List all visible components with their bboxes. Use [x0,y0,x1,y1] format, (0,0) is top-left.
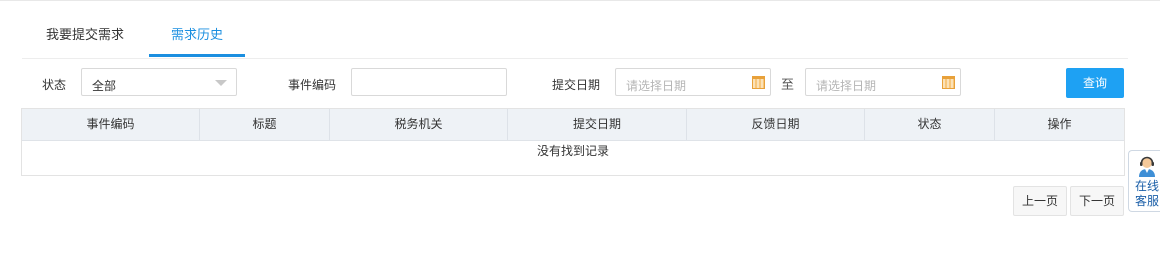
online-service-widget[interactable]: 在线 客服 [1128,150,1160,212]
table-header: 事件编码 标题 税务机关 提交日期 反馈日期 状态 操作 [22,109,1124,141]
status-select[interactable]: 全部 [81,68,237,96]
query-button[interactable]: 查询 [1066,68,1124,98]
date-to-input[interactable]: 请选择日期 [805,68,961,96]
calendar-icon[interactable] [942,76,955,89]
empty-message: 没有找到记录 [536,144,609,158]
calendar-icon[interactable] [752,76,765,89]
status-select-value: 全部 [92,79,117,93]
date-to-placeholder: 请选择日期 [816,79,877,93]
chevron-down-icon [215,80,227,86]
service-label-line1: 在线 [1134,179,1159,193]
column-header-title: 标题 [200,109,330,140]
service-label: 在线 客服 [1132,179,1160,209]
service-label-line2: 客服 [1134,194,1159,208]
date-from-input[interactable]: 请选择日期 [615,68,771,96]
column-header-feedback-date: 反馈日期 [687,109,865,140]
top-border [0,0,1160,1]
column-header-status: 状态 [865,109,995,140]
history-table: 事件编码 标题 税务机关 提交日期 反馈日期 状态 操作 没有找到记录 [21,108,1125,176]
prev-page-button[interactable]: 上一页 [1013,186,1067,216]
event-code-input[interactable] [351,68,507,96]
status-label: 状态 [42,78,67,92]
date-from-placeholder: 请选择日期 [626,79,687,93]
column-header-tax-authority: 税务机关 [330,109,508,140]
customer-service-icon [1139,156,1155,177]
tab-bar: 我要提交需求 需求历史 [22,18,1128,59]
column-header-event-code: 事件编码 [22,109,200,140]
tab-request-history[interactable]: 需求历史 [149,18,245,57]
column-header-submit-date: 提交日期 [508,109,687,140]
column-header-actions: 操作 [1047,117,1072,131]
tab-submit-request[interactable]: 我要提交需求 [22,18,148,56]
range-separator: 至 [781,78,795,93]
next-page-button[interactable]: 下一页 [1070,186,1124,216]
submit-date-label: 提交日期 [552,78,601,92]
event-code-label: 事件编码 [288,78,337,92]
